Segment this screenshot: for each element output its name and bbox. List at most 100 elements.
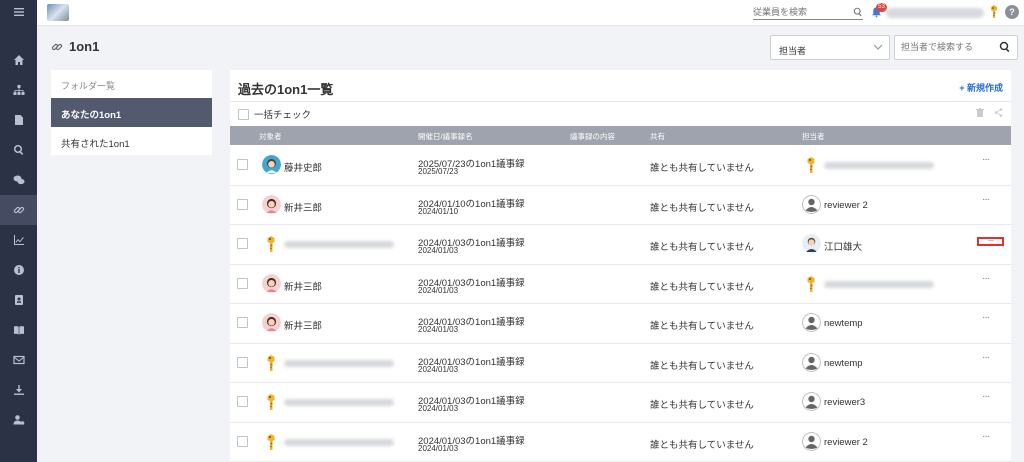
more-actions-button[interactable]: ···: [977, 236, 1004, 246]
column-header-target: 対象者: [259, 132, 282, 141]
share-status: 誰とも共有していません: [650, 400, 754, 411]
info-icon[interactable]: [0, 255, 37, 285]
folder-item-shared-1on1[interactable]: 共有された1on1: [51, 127, 212, 156]
list-title: 過去の1on1一覧: [238, 82, 334, 97]
column-header-content: 議事録の内容: [570, 132, 615, 141]
female-avatar-pink: [262, 313, 281, 332]
more-actions-button[interactable]: ···: [982, 312, 990, 323]
menu-icon[interactable]: [0, 0, 37, 24]
download-icon[interactable]: [0, 375, 37, 405]
giraffe-avatar: [262, 234, 281, 253]
more-actions-button[interactable]: ···: [982, 273, 990, 284]
search-icon[interactable]: [999, 41, 1011, 56]
divider: [230, 101, 1011, 102]
home-icon[interactable]: [0, 45, 37, 75]
row-checkbox[interactable]: [237, 435, 248, 447]
page-title: 1on1: [69, 39, 100, 54]
target-name[interactable]: 新井三郎: [284, 200, 322, 214]
default-user-avatar: [802, 352, 821, 372]
bulk-check[interactable]: 一括チェック: [238, 107, 311, 121]
document-icon[interactable]: [0, 105, 37, 135]
row-checkbox[interactable]: [237, 198, 248, 210]
row-checkbox[interactable]: [237, 159, 248, 170]
more-actions-button[interactable]: ···: [982, 194, 990, 205]
top-bar: 53 ?: [37, 0, 1024, 26]
link-icon[interactable]: [0, 195, 37, 225]
row-checkbox[interactable]: [237, 396, 248, 407]
trash-icon[interactable]: [976, 108, 984, 120]
target-name-redacted[interactable]: [284, 241, 394, 248]
column-header-share: 共有: [650, 132, 665, 141]
org-chart-icon[interactable]: [0, 75, 37, 105]
mail-icon[interactable]: [0, 345, 37, 375]
more-actions-button[interactable]: ···: [982, 431, 990, 442]
share-status: 誰とも共有していません: [650, 439, 754, 451]
book-icon[interactable]: [0, 315, 37, 345]
more-actions-button[interactable]: ···: [982, 391, 990, 402]
share-status: 誰とも共有していません: [650, 202, 754, 214]
target-name-redacted[interactable]: [284, 438, 394, 446]
chart-icon[interactable]: [0, 225, 37, 255]
user-name-redacted[interactable]: [886, 8, 984, 18]
meeting-date: 2024/01/03: [418, 404, 459, 413]
reviewer-search[interactable]: [894, 35, 1018, 60]
target-name[interactable]: 藤井史郎: [284, 160, 322, 174]
male-avatar: [802, 234, 821, 253]
row-checkbox[interactable]: [237, 238, 248, 249]
table-row[interactable]: 2024/01/03の1on1議事録 2024/01/03 誰とも共有していません r…: [230, 423, 1011, 462]
share-status: 誰とも共有していません: [650, 321, 754, 332]
reviewer-search-input[interactable]: [901, 42, 997, 52]
target-name-redacted[interactable]: [284, 359, 394, 367]
reviewer-name: reviewer 2: [824, 436, 868, 448]
page-header: 1on1 担当者: [37, 26, 1024, 70]
more-actions-button[interactable]: ···: [982, 352, 990, 363]
user-settings-icon[interactable]: [0, 405, 37, 435]
table-row[interactable]: 2024/01/03の1on1議事録 2024/01/03 誰とも共有していません n…: [230, 344, 1011, 383]
default-user-avatar: [802, 313, 821, 332]
table-row[interactable]: 2024/01/03の1on1議事録 2024/01/03 誰とも共有していません r…: [230, 383, 1011, 423]
link-icon: [51, 41, 63, 56]
sidebar: [0, 0, 37, 462]
folder-item-my-1on1[interactable]: あなたの1on1: [51, 98, 212, 127]
meeting-date: 2025/07/23: [418, 167, 459, 176]
new-create-button[interactable]: + 新規作成: [959, 81, 1003, 94]
target-name[interactable]: 新井三郎: [284, 279, 322, 293]
reviewer-name: newtemp: [824, 357, 863, 369]
female-avatar-pink: [262, 194, 281, 214]
reviewer-name: reviewer 2: [824, 199, 868, 211]
contact-card-icon[interactable]: [0, 285, 37, 315]
bulk-checkbox[interactable]: [238, 108, 249, 120]
chat-icon[interactable]: [0, 165, 37, 195]
folder-list-header: フォルダ一覧: [61, 81, 116, 91]
target-name[interactable]: 新井三郎: [284, 318, 322, 332]
share-status: 誰とも共有していません: [650, 163, 754, 174]
search-icon[interactable]: [0, 135, 37, 165]
giraffe-avatar: [262, 392, 281, 411]
bulk-actions: [976, 108, 1003, 120]
chevron-down-icon: [873, 43, 883, 53]
row-checkbox[interactable]: [237, 356, 248, 368]
column-header-reviewer: 担当者: [802, 132, 825, 141]
row-checkbox[interactable]: [237, 317, 248, 328]
meeting-date: 2024/01/03: [418, 285, 459, 295]
employee-search-input[interactable]: [753, 7, 853, 17]
share-status: 誰とも共有していません: [650, 360, 754, 372]
row-checkbox[interactable]: [237, 277, 248, 289]
meeting-date: 2024/01/03: [418, 246, 459, 255]
help-icon[interactable]: ?: [1005, 5, 1019, 19]
target-name-redacted[interactable]: [284, 399, 394, 406]
reviewer-name-redacted: [824, 280, 934, 288]
table-row[interactable]: 新井三郎 2024/01/03の1on1議事録 2024/01/03 誰とも共有してい…: [230, 265, 1011, 304]
table-row[interactable]: 2024/01/03の1on1議事録 2024/01/03 誰とも共有していません江…: [230, 225, 1011, 265]
company-logo[interactable]: [47, 4, 69, 21]
table-row[interactable]: 新井三郎 2024/01/03の1on1議事録 2024/01/03 誰とも共有してい…: [230, 304, 1011, 344]
table-row[interactable]: 藤井史郎 2025/07/23の1on1議事録 2025/07/23 誰とも共有してい…: [230, 146, 1011, 186]
search-icon[interactable]: [853, 7, 863, 20]
giraffe-avatar: [262, 431, 281, 451]
table-row[interactable]: 新井三郎 2024/01/10の1on1議事録 2024/01/10 誰とも共有してい…: [230, 186, 1011, 225]
employee-search[interactable]: [753, 6, 863, 20]
more-actions-button[interactable]: ···: [982, 154, 990, 165]
giraffe-avatar[interactable]: [987, 4, 1001, 23]
reviewer-filter-select[interactable]: 担当者: [770, 35, 890, 60]
share-icon[interactable]: [994, 108, 1003, 120]
